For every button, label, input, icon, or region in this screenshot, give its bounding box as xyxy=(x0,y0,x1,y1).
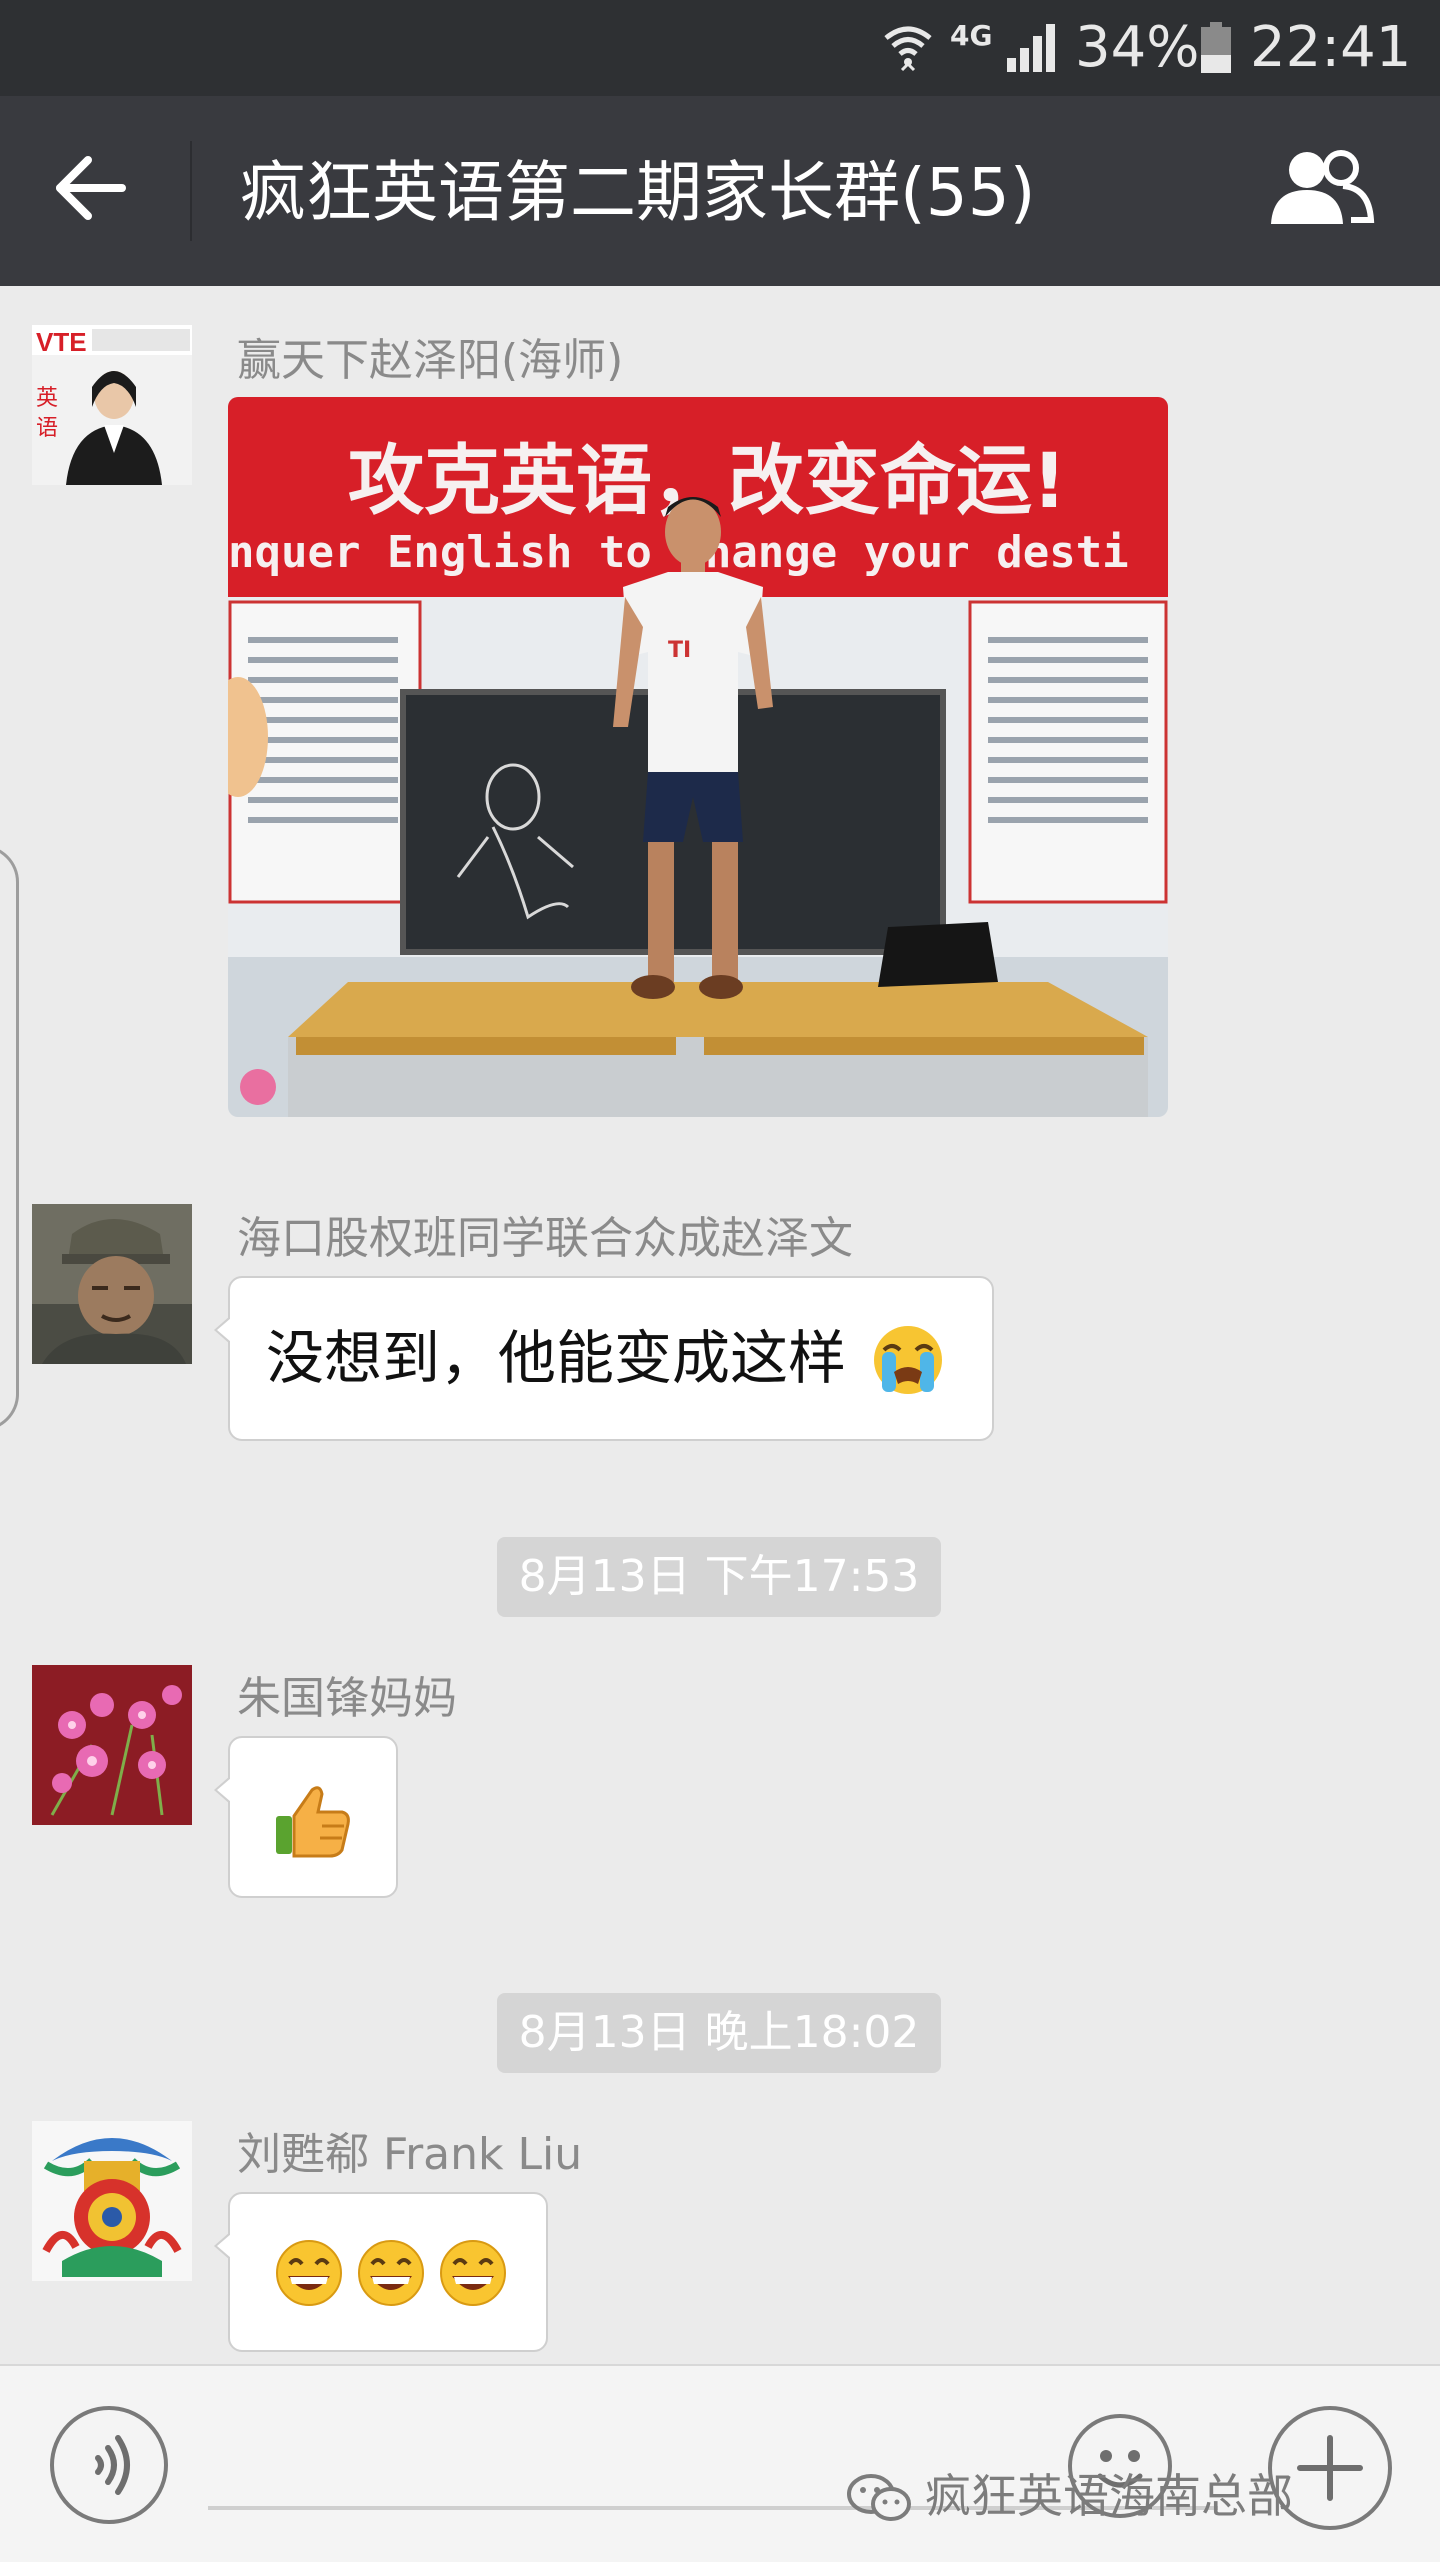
battery-icon xyxy=(1200,22,1232,88)
avatar[interactable]: VTE 英 语 xyxy=(32,325,192,485)
svg-text:英: 英 xyxy=(36,386,58,411)
group-members-button[interactable] xyxy=(1265,146,1385,236)
chat-title: 疯狂英语第二期家长群(55) xyxy=(240,154,1036,231)
timestamp: 8月13日 下午17:53 xyxy=(497,1537,941,1617)
sticker-bubble[interactable] xyxy=(214,1736,398,1898)
grinning-face-icon xyxy=(438,2238,508,2312)
title-bar: 疯狂英语第二期家长群(55) xyxy=(0,96,1440,286)
voice-icon xyxy=(95,2435,130,2495)
sender-name: 刘甦郗 Frank Liu xyxy=(237,2129,583,2180)
svg-text:TI: TI xyxy=(668,638,691,663)
thumbs-up-icon xyxy=(272,1782,352,1862)
sender-name: 海口股权班同学联合众成赵泽文 xyxy=(237,1213,853,1264)
sender-name: 赢天下赵泽阳(海师) xyxy=(237,335,624,386)
avatar[interactable] xyxy=(32,1204,192,1364)
signal-icon xyxy=(1005,22,1059,88)
message-image[interactable]: 攻克英语，改变命运! nquer English to change your … xyxy=(228,397,1168,1117)
grinning-face-icon xyxy=(356,2238,426,2312)
back-button[interactable] xyxy=(50,148,150,238)
battery-percent: 34% xyxy=(1075,15,1200,80)
message-bubble[interactable]: 没想到，他能变成这样 xyxy=(214,1276,994,1441)
group-members-icon xyxy=(1271,150,1375,224)
message-text: 没想到，他能变成这样 xyxy=(266,1324,847,1392)
grinning-face-icon xyxy=(274,2238,344,2312)
svg-text:VTE: VTE xyxy=(36,327,87,357)
timestamp: 8月13日 晚上18:02 xyxy=(497,1993,941,2073)
title-divider xyxy=(190,141,192,241)
network-type: 4G xyxy=(950,19,993,52)
sender-name: 朱国锋妈妈 xyxy=(237,1673,457,1724)
avatar[interactable] xyxy=(32,1665,192,1825)
wifi-icon xyxy=(880,18,936,88)
svg-text:语: 语 xyxy=(36,416,58,441)
status-bar: 4G 34% 22:41 xyxy=(0,0,1440,96)
watermark-text: 疯狂英语海南总部 xyxy=(925,2469,1293,2523)
crying-face-icon xyxy=(870,1322,946,1402)
input-bar: 疯狂英语海南总部 xyxy=(0,2364,1440,2562)
clock: 22:41 xyxy=(1250,15,1412,80)
watermark: 疯狂英语海南总部 xyxy=(847,2466,1293,2526)
back-arrow-icon xyxy=(56,156,126,220)
wechat-icon xyxy=(845,2472,915,2538)
avatar[interactable] xyxy=(32,2121,192,2281)
sticker-bubble[interactable] xyxy=(214,2192,548,2352)
side-panel-handle[interactable] xyxy=(0,845,19,1431)
voice-input-button[interactable] xyxy=(50,2406,168,2524)
